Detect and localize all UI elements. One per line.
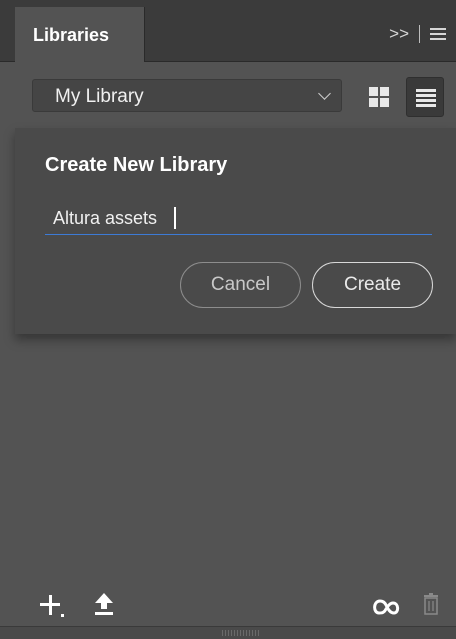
- resize-handle[interactable]: [0, 626, 456, 639]
- tab-libraries[interactable]: Libraries: [15, 7, 145, 62]
- libraries-panel: Libraries >> My Library Create New Libra…: [0, 0, 456, 639]
- plus-icon[interactable]: [40, 595, 60, 615]
- plus-menu-indicator: [61, 614, 64, 617]
- divider: [419, 25, 420, 43]
- panel-tab-strip: Libraries >>: [0, 0, 456, 62]
- cancel-button[interactable]: Cancel: [180, 262, 301, 308]
- creative-cloud-icon[interactable]: [370, 593, 402, 619]
- text-cursor: [174, 207, 176, 229]
- panel-controls: >>: [389, 24, 446, 44]
- grid-view-button[interactable]: [360, 77, 398, 117]
- collapse-panel-button[interactable]: >>: [389, 24, 409, 44]
- grid-view-icon: [369, 87, 389, 107]
- list-view-icon: [416, 89, 436, 107]
- create-library-dialog: Create New Library Cancel Create: [15, 128, 456, 334]
- trash-icon[interactable]: [420, 591, 442, 617]
- grip-lines: [222, 630, 260, 636]
- library-dropdown-value: My Library: [55, 86, 144, 107]
- panel-footer: [15, 585, 456, 625]
- library-dropdown[interactable]: My Library: [32, 79, 342, 112]
- list-view-button[interactable]: [406, 77, 444, 117]
- library-name-input[interactable]: [45, 203, 432, 235]
- tab-libraries-label: Libraries: [33, 25, 110, 45]
- upload-icon[interactable]: [93, 591, 115, 617]
- hamburger-icon[interactable]: [430, 28, 446, 40]
- chevron-down-icon: [318, 87, 331, 100]
- dialog-title: Create New Library: [45, 154, 228, 176]
- create-button[interactable]: Create: [312, 262, 433, 308]
